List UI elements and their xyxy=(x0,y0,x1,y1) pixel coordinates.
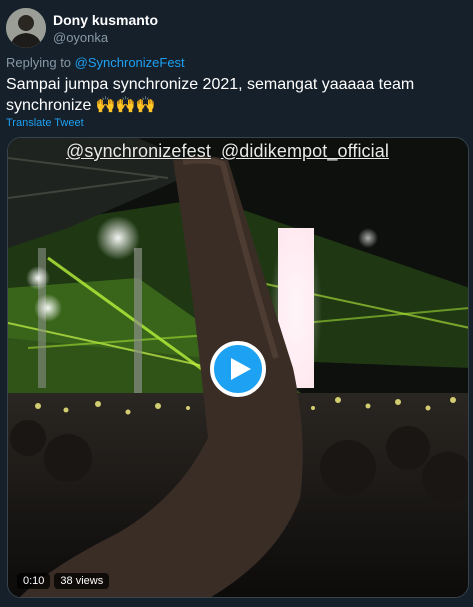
tweet-text: Sampai jumpa synchronize 2021, semangat … xyxy=(6,76,415,114)
play-icon xyxy=(230,358,251,380)
author-name[interactable]: Dony kusmanto xyxy=(53,12,158,28)
tweet: Dony kusmanto @oyonka Replying to @Synch… xyxy=(0,0,473,607)
replying-to-label: Replying to xyxy=(6,55,75,70)
video-overlay-tags: @synchronizefest @didikempot_official xyxy=(66,141,399,162)
video-views-badge: 38 views xyxy=(54,573,110,589)
replying-to: Replying to @SynchronizeFest xyxy=(6,55,185,70)
overlay-tag-didikempot: @didikempot_official xyxy=(220,141,389,161)
translate-tweet-link[interactable]: Translate Tweet xyxy=(6,117,84,129)
author-handle[interactable]: @oyonka xyxy=(53,30,108,45)
avatar[interactable] xyxy=(6,8,46,48)
avatar-image xyxy=(6,8,46,48)
video-player[interactable]: @synchronizefest @didikempot_official 0:1… xyxy=(7,137,469,598)
video-duration-badge: 0:10 xyxy=(17,573,51,589)
video-badges: 0:10 38 views xyxy=(17,573,110,589)
overlay-tag-synchronizefest: @synchronizefest xyxy=(66,141,211,161)
play-button[interactable] xyxy=(210,341,266,397)
reply-mention-link[interactable]: @SynchronizeFest xyxy=(75,55,185,70)
